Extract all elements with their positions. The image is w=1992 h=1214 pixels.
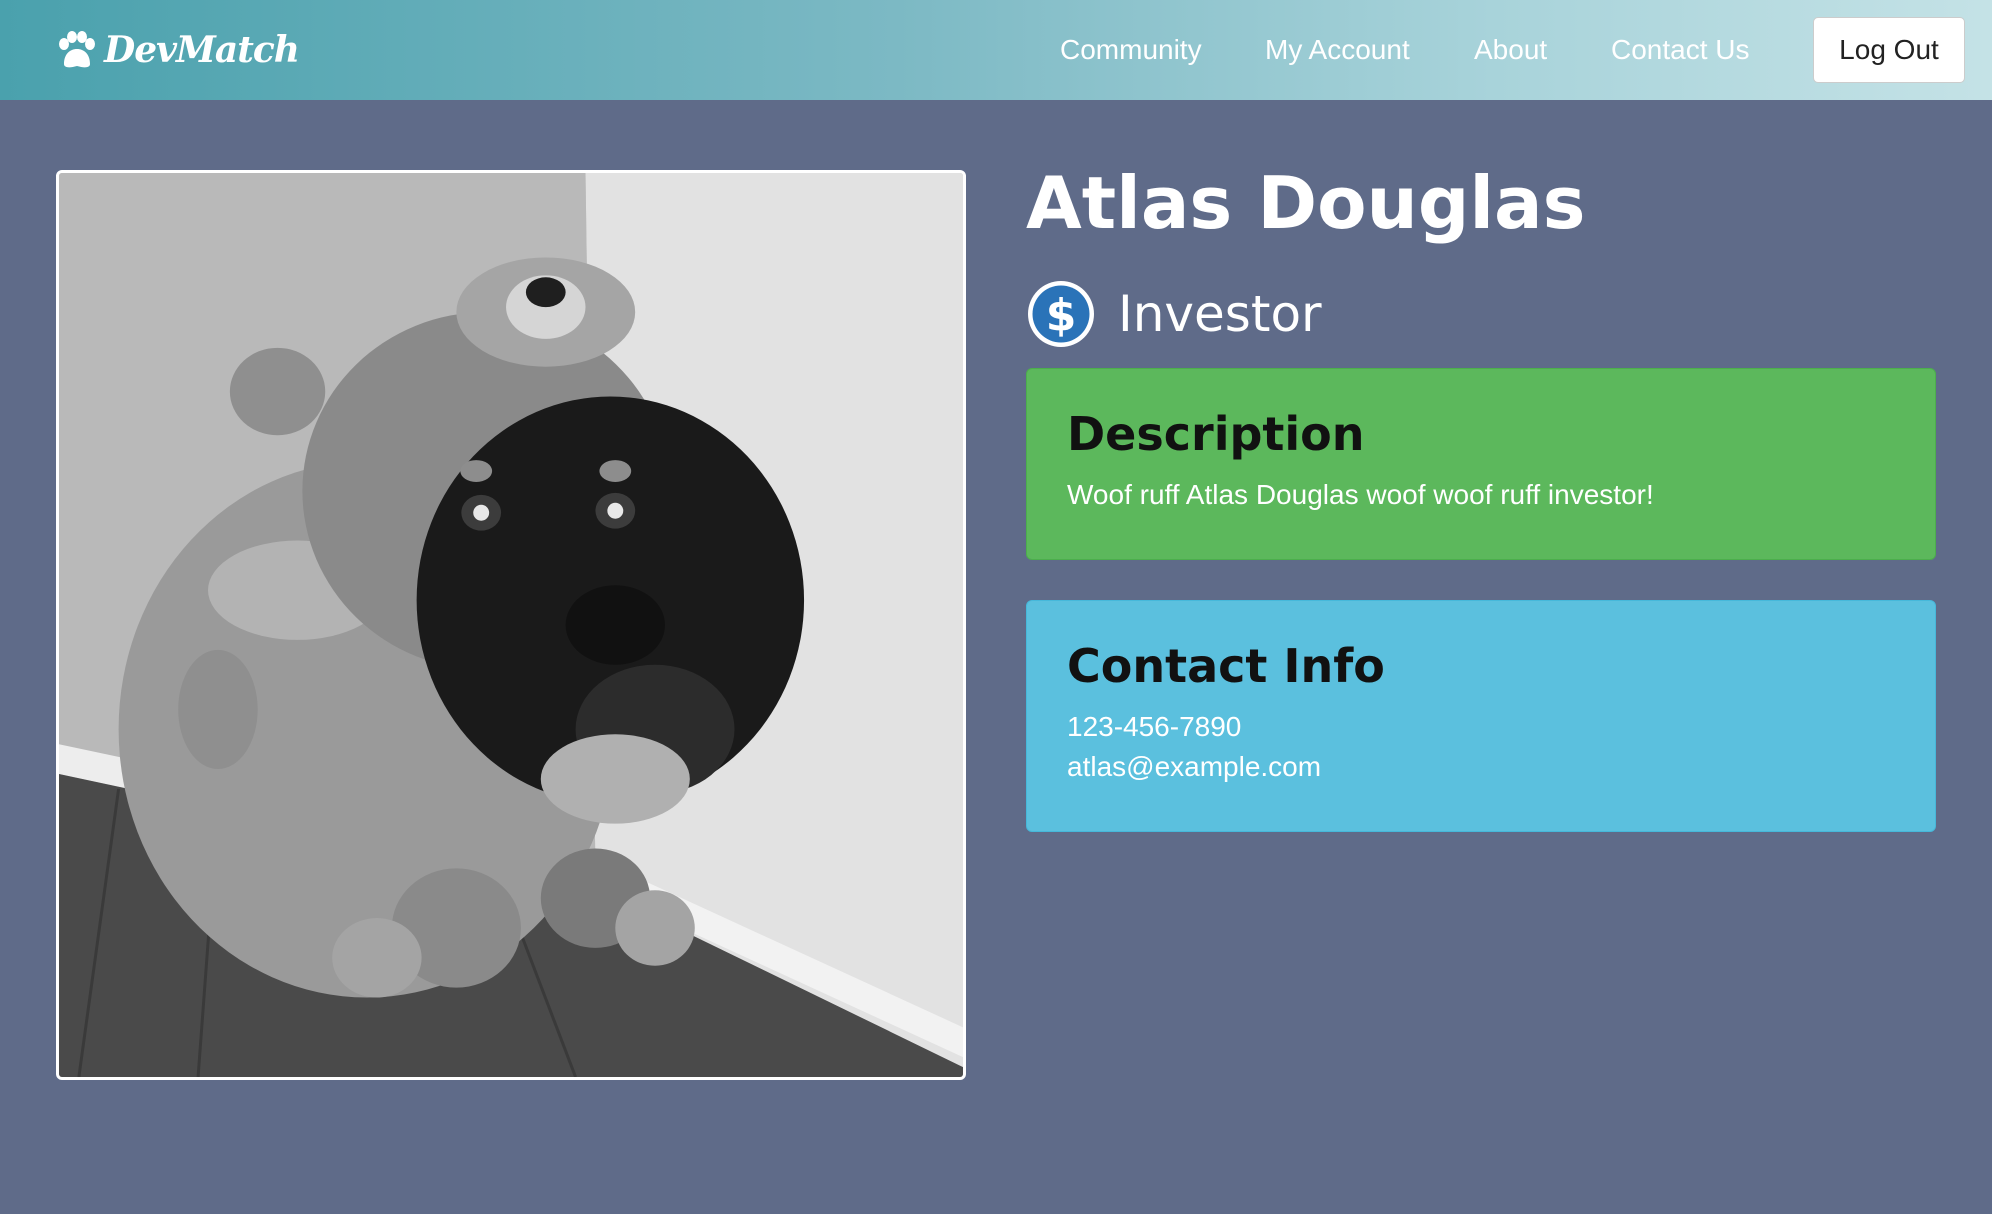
brand-logo[interactable]: DevMatch: [56, 25, 300, 75]
nav-link-community[interactable]: Community: [1060, 30, 1202, 70]
contact-phone: 123-456-7890: [1067, 711, 1242, 742]
paw-icon: [59, 31, 95, 68]
navbar: DevMatch Community My Account About Cont…: [0, 0, 1992, 100]
profile-name: Atlas Douglas: [1026, 161, 1586, 245]
logout-button[interactable]: Log Out: [1813, 17, 1965, 83]
nav-link-my-account[interactable]: My Account: [1265, 30, 1410, 70]
profile-photo: [56, 170, 966, 1080]
description-title: Description: [1067, 407, 1365, 461]
contact-email: atlas@example.com: [1067, 751, 1322, 782]
profile-role: $ Investor: [1026, 278, 1322, 350]
dollar-circle-icon: $: [1028, 281, 1094, 347]
dog-photo-image: [59, 173, 963, 1077]
svg-text:$: $: [1046, 290, 1077, 341]
description-card: Description Woof ruff Atlas Douglas woof…: [1026, 368, 1936, 560]
brand-name: DevMatch: [104, 29, 300, 71]
nav-link-contact-us[interactable]: Contact Us: [1611, 30, 1750, 70]
role-label: Investor: [1118, 285, 1322, 343]
contact-info-card: Contact Info 123-456-7890 atlas@example.…: [1026, 600, 1936, 832]
nav-link-about[interactable]: About: [1474, 30, 1547, 70]
contact-info-title: Contact Info: [1067, 639, 1385, 693]
description-text: Woof ruff Atlas Douglas woof woof ruff i…: [1067, 479, 1654, 510]
